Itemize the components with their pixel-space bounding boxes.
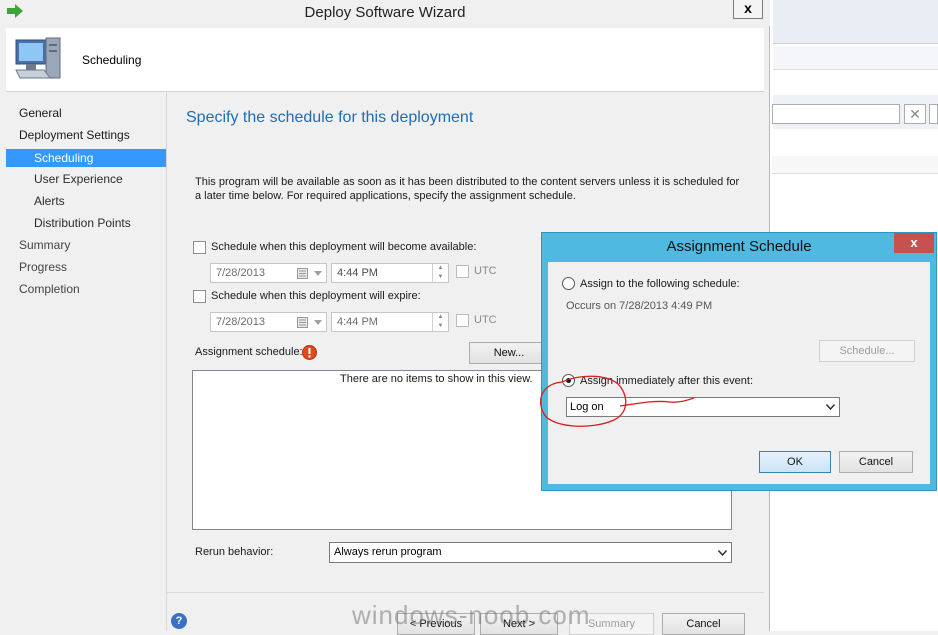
dialog-cancel-button[interactable]: Cancel [839,451,913,473]
dialog-ok-button[interactable]: OK [759,451,831,473]
expire-label: Schedule when this deployment will expir… [211,290,421,302]
schedule-button[interactable]: Schedule... [819,340,915,362]
wizard-title: Deploy Software Wizard [304,4,466,21]
available-time-value: 4:44 PM [337,267,378,279]
background-search-input[interactable] [772,104,900,124]
available-date-picker[interactable]: 7/28/2013 [210,263,327,283]
calendar-icon [297,317,308,328]
rerun-behavior-value: Always rerun program [334,546,442,558]
footer-divider [166,592,764,593]
expire-date-value: 7/28/2013 [216,316,265,328]
nav-item-alerts[interactable]: Alerts [34,192,65,210]
assign-schedule-radio[interactable] [562,277,575,290]
wizard-close-button[interactable]: x [733,0,763,19]
chevron-down-icon [314,271,322,276]
chevron-down-icon [314,320,322,325]
assign-schedule-label: Assign to the following schedule: [580,278,740,290]
dialog-title: Assignment Schedule [666,238,812,255]
nav-item-user-experience[interactable]: User Experience [34,170,123,188]
background-list-header [772,156,938,174]
time-spinner[interactable]: ▲ ▼ [432,313,448,331]
expire-time-picker[interactable]: 4:44 PM ▲ ▼ [331,312,449,332]
expire-checkbox[interactable] [193,290,206,303]
time-spinner[interactable]: ▲ ▼ [432,264,448,282]
available-date-value: 7/28/2013 [216,267,265,279]
help-icon[interactable]: ? [171,613,187,629]
watermark: windows-noob.com [352,600,591,630]
rerun-behavior-label: Rerun behavior: [195,546,274,558]
available-label: Schedule when this deployment will becom… [211,241,477,253]
calendar-icon [297,268,308,279]
new-schedule-button[interactable]: New... [469,342,549,364]
nav-item-general[interactable]: General [19,104,62,122]
assignment-schedule-label: Assignment schedule: [195,346,303,358]
background-toolbar [773,46,938,70]
background-ribbon [773,0,938,44]
computer-icon [15,37,61,79]
available-utc-checkbox[interactable] [456,265,469,278]
background-clear-icon[interactable]: ✕ [904,104,926,124]
expire-utc-checkbox[interactable] [456,314,469,327]
rerun-behavior-select[interactable]: Always rerun program [329,542,732,563]
background-search-button[interactable] [929,104,938,124]
chevron-down-icon [826,404,835,410]
expire-time-value: 4:44 PM [337,316,378,328]
expire-utc-label: UTC [474,314,497,326]
nav-item-completion[interactable]: Completion [19,280,80,298]
page-title: Specify the schedule for this deployment [186,109,474,126]
empty-list-message: There are no items to show in this view. [340,373,533,385]
nav-item-progress[interactable]: Progress [19,258,67,276]
nav-item-distribution-points[interactable]: Distribution Points [34,214,131,232]
nav-item-summary[interactable]: Summary [19,236,70,254]
intro-text: This program will be available as soon a… [195,176,740,202]
cancel-button[interactable]: Cancel [662,613,745,635]
nav-item-deployment-settings[interactable]: Deployment Settings [19,126,130,144]
available-time-picker[interactable]: 4:44 PM ▲ ▼ [331,263,449,283]
available-utc-label: UTC [474,265,497,277]
error-icon [302,345,317,360]
occurs-text: Occurs on 7/28/2013 4:49 PM [566,300,713,312]
expire-date-picker[interactable]: 7/28/2013 [210,312,327,332]
dialog-close-button[interactable]: x [894,233,934,253]
header-title: Scheduling [82,53,142,67]
chevron-down-icon [718,550,727,556]
available-checkbox[interactable] [193,241,206,254]
nav-item-scheduling[interactable]: Scheduling [34,149,93,167]
red-annotation-circle [539,375,695,427]
